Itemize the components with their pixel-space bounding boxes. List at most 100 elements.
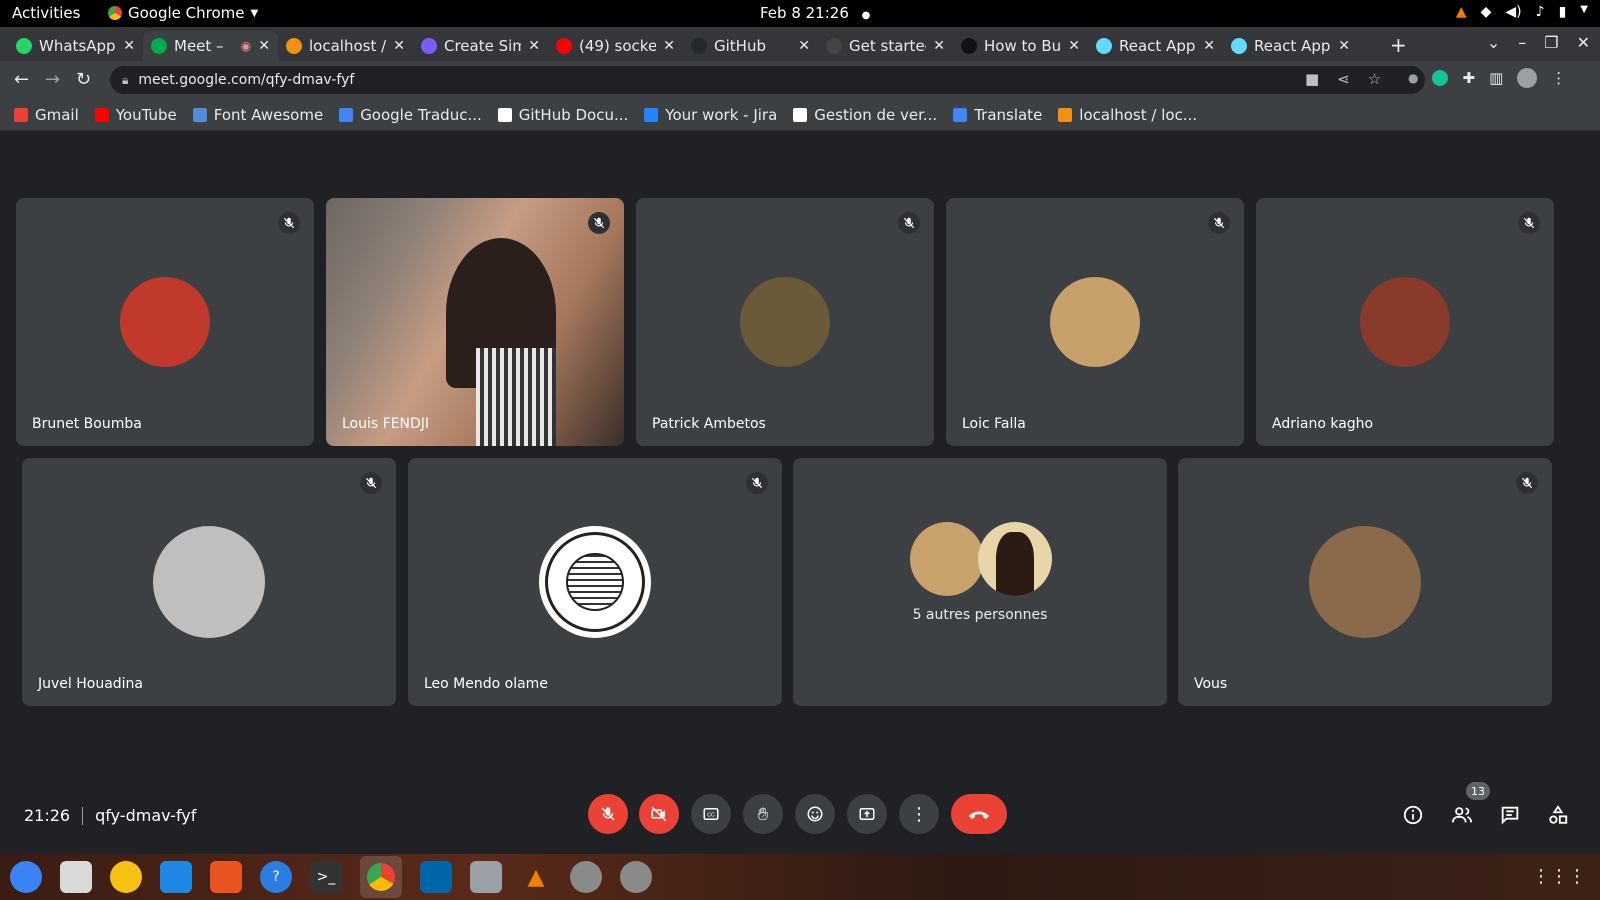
bookmark-3[interactable]: Font Awesome xyxy=(192,106,323,124)
share-icon[interactable]: ⋖ xyxy=(1337,70,1350,88)
tab-10[interactable]: React App ✕ xyxy=(1223,31,1358,61)
reload-icon[interactable]: ↻ xyxy=(76,69,91,90)
close-tab-icon[interactable]: ✕ xyxy=(258,38,270,54)
bookmark-2[interactable]: YouTube xyxy=(94,106,177,124)
show-apps-icon[interactable]: ⋮⋮⋮ xyxy=(1532,866,1586,887)
files-icon[interactable] xyxy=(60,861,92,893)
people-button[interactable] xyxy=(1449,802,1475,828)
bookmark-6[interactable]: Your work - Jira xyxy=(644,106,777,124)
tab-2[interactable]: Meet – ◉ ✕ xyxy=(143,31,278,61)
avatar xyxy=(910,522,984,596)
clock-text: Feb 8 21:26 xyxy=(760,4,849,22)
tab-5[interactable]: (49) socket ✕ xyxy=(548,31,683,61)
tab-7[interactable]: Get startec ✕ xyxy=(818,31,953,61)
activities-button[interactable] xyxy=(1545,802,1571,828)
participant-tile[interactable]: Patrick Ambetos xyxy=(636,198,934,446)
close-tab-icon[interactable]: ✕ xyxy=(798,38,810,54)
thunderbird-icon[interactable] xyxy=(10,861,42,893)
star-icon[interactable]: ☆ xyxy=(1368,70,1381,88)
leave-call-button[interactable] xyxy=(951,794,1007,834)
participant-tile[interactable]: Juvel Houadina xyxy=(22,458,396,706)
new-tab-button[interactable]: + xyxy=(1390,33,1407,57)
chat-button[interactable] xyxy=(1497,802,1523,828)
mic-off-icon xyxy=(1521,477,1533,489)
reactions-button[interactable] xyxy=(795,794,835,834)
muted-indicator xyxy=(1516,472,1538,494)
profile-avatar[interactable] xyxy=(1517,68,1538,88)
bookmark-5[interactable]: GitHub Docu... xyxy=(497,106,628,124)
close-tab-icon[interactable]: ✕ xyxy=(663,38,675,54)
disk-icon[interactable] xyxy=(570,861,602,893)
bookmark-7[interactable]: Gestion de ver... xyxy=(793,106,937,124)
participant-tile[interactable]: Loic Falla xyxy=(946,198,1244,446)
address-bar[interactable]: 🔒︎ meet.google.com/qfy-dmav-fyf xyxy=(110,66,1425,94)
close-tab-icon[interactable]: ✕ xyxy=(528,38,540,54)
captions-icon: CC xyxy=(703,808,719,820)
restore-button[interactable]: ❐ xyxy=(1544,33,1558,52)
window-controls: ⌄ – ❐ ✕ xyxy=(1487,33,1590,52)
bookmark-4[interactable]: Google Traduc... xyxy=(339,106,482,124)
writer-icon[interactable] xyxy=(160,861,192,893)
vscode-icon[interactable] xyxy=(420,861,452,893)
menu-icon[interactable]: ⋮ xyxy=(1551,69,1566,87)
terminal-icon[interactable]: >_ xyxy=(310,861,342,893)
bookmark-8[interactable]: Translate xyxy=(953,106,1042,124)
close-tab-icon[interactable]: ✕ xyxy=(1068,38,1080,54)
meeting-details-button[interactable] xyxy=(1400,802,1426,828)
camera-off-button[interactable] xyxy=(639,794,679,834)
close-tab-icon[interactable]: ✕ xyxy=(933,38,945,54)
tab-1[interactable]: WhatsApp ✕ xyxy=(8,31,143,61)
close-tab-icon[interactable]: ✕ xyxy=(1203,38,1215,54)
puzzle-icon[interactable]: ✚ xyxy=(1462,69,1475,87)
more-options-button[interactable]: ⋮ xyxy=(899,794,939,834)
chrome-dock-icon[interactable] xyxy=(360,856,402,898)
tab-3[interactable]: localhost / ✕ xyxy=(278,31,413,61)
participant-tile[interactable]: Louis FENDJI xyxy=(326,198,624,446)
participant-tile[interactable]: Vous xyxy=(1178,458,1552,706)
university-seal xyxy=(545,532,645,632)
clock[interactable]: Feb 8 21:26 ● xyxy=(760,4,870,22)
participant-tile[interactable]: Brunet Boumba xyxy=(16,198,314,446)
software-icon[interactable] xyxy=(210,861,242,893)
help-icon[interactable]: ? xyxy=(260,861,292,893)
rhythmbox-icon[interactable] xyxy=(110,861,142,893)
present-button[interactable] xyxy=(847,794,887,834)
forward-icon[interactable]: → xyxy=(45,69,60,90)
participant-tile[interactable]: Leo Mendo olame xyxy=(408,458,782,706)
close-window-button[interactable]: ✕ xyxy=(1577,33,1590,52)
system-tray[interactable]: ▲ ◆ ◀) ♪ ▮ ▼ xyxy=(1456,4,1588,20)
raise-hand-button[interactable]: ✋︎ xyxy=(743,794,783,834)
tab-9[interactable]: React App ✕ xyxy=(1088,31,1223,61)
lock-icon[interactable]: 🔒︎ xyxy=(122,73,128,88)
minimize-button[interactable]: – xyxy=(1518,33,1526,52)
tab-6[interactable]: GitHub ✕ xyxy=(683,31,818,61)
image-viewer-icon[interactable] xyxy=(470,861,502,893)
app-menu[interactable]: Google Chrome ▼ xyxy=(108,4,258,22)
activities-button[interactable]: Activities xyxy=(12,4,80,22)
others-count-label: 5 autres personnes xyxy=(912,606,1048,623)
back-icon[interactable]: ← xyxy=(14,69,29,90)
wifi-icon: ◆ xyxy=(1480,4,1492,20)
camera-icon[interactable]: ■ xyxy=(1305,70,1319,88)
disk-icon-2[interactable] xyxy=(620,861,652,893)
tab-4[interactable]: Create Sim ✕ xyxy=(413,31,548,61)
extension-icon[interactable]: ● xyxy=(1408,71,1418,85)
participant-tile[interactable]: Adriano kagho xyxy=(1256,198,1554,446)
bookmark-9[interactable]: localhost / loc... xyxy=(1058,106,1197,124)
system-top-bar: Activities Google Chrome ▼ Feb 8 21:26 ●… xyxy=(0,0,1600,27)
tab-search-icon[interactable]: ⌄ xyxy=(1487,33,1500,52)
others-tile[interactable]: 5 autres personnes xyxy=(793,458,1167,706)
grammarly-icon[interactable] xyxy=(1432,70,1449,86)
captions-button[interactable]: CC xyxy=(691,794,731,834)
close-tab-icon[interactable]: ✕ xyxy=(393,38,405,54)
bookmark-favicon-icon xyxy=(953,107,968,122)
bookmark-1[interactable]: Gmail xyxy=(14,106,79,124)
close-tab-icon[interactable]: ✕ xyxy=(1338,38,1350,54)
avatar xyxy=(539,526,651,638)
mic-off-button[interactable] xyxy=(588,794,628,834)
close-tab-icon[interactable]: ✕ xyxy=(123,38,135,54)
side-panel-icon[interactable]: ▥ xyxy=(1489,69,1503,87)
vlc-icon[interactable]: ▲ xyxy=(520,861,552,893)
tab-8[interactable]: How to Bu ✕ xyxy=(953,31,1088,61)
tab-favicon-icon xyxy=(1231,38,1247,54)
